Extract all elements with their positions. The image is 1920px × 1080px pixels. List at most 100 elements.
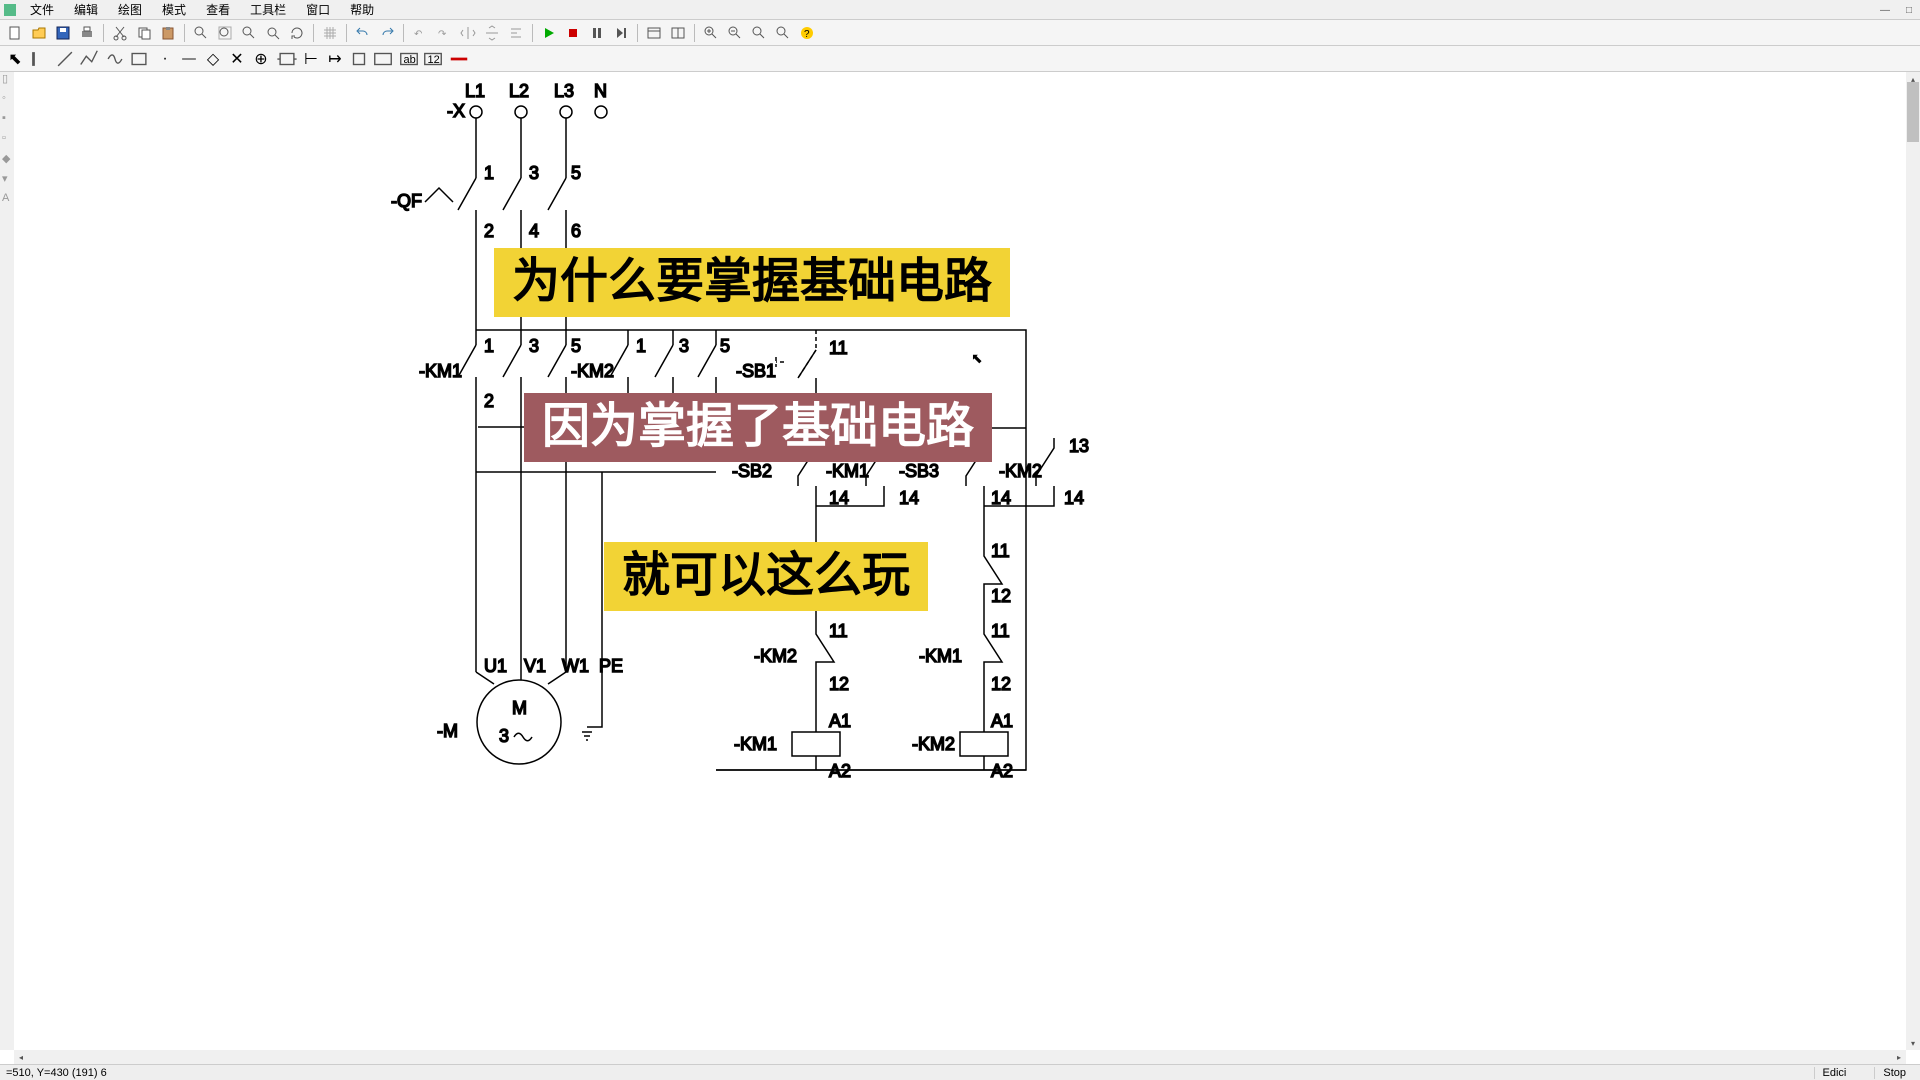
scroll-right-icon[interactable]: ▸ — [1892, 1050, 1906, 1064]
zoom-win-icon[interactable] — [238, 22, 260, 44]
window1-icon[interactable] — [643, 22, 665, 44]
redo-icon[interactable] — [376, 22, 398, 44]
menu-view[interactable]: 查看 — [196, 1, 240, 18]
label-b-icon[interactable]: 12 — [422, 48, 444, 70]
svg-text:12: 12 — [829, 674, 849, 694]
horizontal-scrollbar[interactable]: ◂ ▸ — [14, 1050, 1906, 1064]
vertical-scrollbar[interactable]: ▴ ▾ — [1906, 72, 1920, 1050]
zoom-fit-icon[interactable] — [214, 22, 236, 44]
tool-b-icon[interactable]: ◦ — [2, 92, 10, 112]
svg-text:5: 5 — [571, 336, 581, 356]
multiline-icon[interactable] — [78, 48, 100, 70]
menu-edit[interactable]: 编辑 — [64, 1, 108, 18]
minimize-button[interactable]: — — [1878, 3, 1892, 17]
flip-v-icon[interactable] — [481, 22, 503, 44]
zoom-page-icon[interactable] — [772, 22, 794, 44]
menu-draw[interactable]: 绘图 — [108, 1, 152, 18]
status-stop: Stop — [1874, 1067, 1914, 1079]
copy-icon[interactable] — [133, 22, 155, 44]
label-L1: L1 — [465, 81, 485, 101]
grid-icon[interactable] — [319, 22, 341, 44]
tool-f-icon[interactable]: ▾ — [2, 172, 10, 192]
rotate-left-icon[interactable]: ↶ — [409, 22, 431, 44]
svg-text:1: 1 — [636, 336, 646, 356]
coil-icon[interactable] — [104, 48, 126, 70]
cut-icon[interactable] — [109, 22, 131, 44]
app-icon — [4, 4, 16, 16]
tool-g-icon[interactable]: A — [2, 192, 10, 212]
rotate-right-icon[interactable]: ↷ — [433, 22, 455, 44]
scroll-thumb[interactable] — [1907, 82, 1919, 142]
maximize-button[interactable]: □ — [1902, 3, 1916, 17]
status-bar: =510, Y=430 (191) 6 Edici Stop — [0, 1064, 1920, 1080]
cross-icon[interactable]: ✕ — [226, 48, 248, 70]
menu-window[interactable]: 窗口 — [296, 1, 340, 18]
node-icon[interactable]: ◇ — [202, 48, 224, 70]
rect-icon[interactable] — [128, 48, 150, 70]
line-icon[interactable] — [54, 48, 76, 70]
svg-text:12: 12 — [991, 586, 1011, 606]
tool-d-icon[interactable]: ▫ — [2, 132, 10, 152]
svg-text:12: 12 — [428, 54, 440, 66]
zoom-all-icon[interactable] — [262, 22, 284, 44]
scroll-down-icon[interactable]: ▾ — [1906, 1036, 1920, 1050]
svg-text:3: 3 — [679, 336, 689, 356]
pause-icon[interactable] — [586, 22, 608, 44]
arrow-icon[interactable]: ↦ — [324, 48, 346, 70]
svg-text:14: 14 — [1064, 488, 1084, 508]
label-KM1p: -KM1 — [419, 361, 462, 381]
box-icon[interactable] — [348, 48, 370, 70]
pin-icon[interactable]: ⊕ — [250, 48, 272, 70]
svg-text:W1: W1 — [562, 656, 589, 676]
zoom-out-icon[interactable] — [724, 22, 746, 44]
tool-c-icon[interactable]: ▪ — [2, 112, 10, 132]
canvas[interactable]: L1 L2 L3 N -X -QF 1 3 5 2 4 6 -KM1 1 3 5… — [14, 72, 1906, 1050]
new-icon[interactable] — [4, 22, 26, 44]
open-icon[interactable] — [28, 22, 50, 44]
label-KM1a: -KM1 — [826, 461, 869, 481]
align-icon[interactable] — [505, 22, 527, 44]
label-N: N — [594, 81, 607, 101]
flip-h-icon[interactable] — [457, 22, 479, 44]
menu-toolbar[interactable]: 工具栏 — [240, 1, 296, 18]
menu-mode[interactable]: 模式 — [152, 1, 196, 18]
label-a-icon[interactable]: ab — [398, 48, 420, 70]
svg-text:2: 2 — [484, 391, 494, 411]
menu-help[interactable]: 帮助 — [340, 1, 384, 18]
pointer-icon[interactable]: ⬉ — [4, 48, 26, 70]
save-icon[interactable] — [52, 22, 74, 44]
svg-text:12: 12 — [991, 674, 1011, 694]
step-icon[interactable] — [610, 22, 632, 44]
segment-icon[interactable] — [178, 48, 200, 70]
label-KM2nc: -KM2 — [754, 646, 797, 666]
print-icon[interactable] — [76, 22, 98, 44]
status-mode: Edici — [1814, 1067, 1855, 1079]
draw-toolbar: ⬉ · ◇ ✕ ⊕ ⊢ ↦ ab 12 — [0, 46, 1920, 72]
window2-icon[interactable] — [667, 22, 689, 44]
block-icon[interactable] — [276, 48, 298, 70]
zoom-sel-icon[interactable] — [748, 22, 770, 44]
left-toolbox: ▯ ◦ ▪ ▫ ◆ ▾ A — [0, 72, 14, 1050]
undo-icon[interactable] — [352, 22, 374, 44]
hand-icon[interactable] — [28, 48, 50, 70]
svg-text:?: ? — [804, 29, 810, 40]
help-icon[interactable]: ? — [796, 22, 818, 44]
svg-text:3: 3 — [529, 163, 539, 183]
io-icon[interactable]: ⊢ — [300, 48, 322, 70]
play-icon[interactable] — [538, 22, 560, 44]
stop-icon[interactable] — [562, 22, 584, 44]
label-Msym: M — [512, 698, 527, 718]
scroll-left-icon[interactable]: ◂ — [14, 1050, 28, 1064]
find-icon[interactable] — [190, 22, 212, 44]
menu-file[interactable]: 文件 — [20, 1, 64, 18]
tool-a-icon[interactable]: ▯ — [2, 72, 10, 92]
tool-e-icon[interactable]: ◆ — [2, 152, 10, 172]
paste-icon[interactable] — [157, 22, 179, 44]
dot-icon[interactable]: · — [154, 48, 176, 70]
red-line-icon[interactable] — [448, 48, 470, 70]
refresh-icon[interactable] — [286, 22, 308, 44]
frame-icon[interactable] — [372, 48, 394, 70]
caption-2: 因为掌握了基础电路 — [524, 393, 992, 462]
zoom-in-icon[interactable] — [700, 22, 722, 44]
svg-text:4: 4 — [529, 221, 539, 241]
